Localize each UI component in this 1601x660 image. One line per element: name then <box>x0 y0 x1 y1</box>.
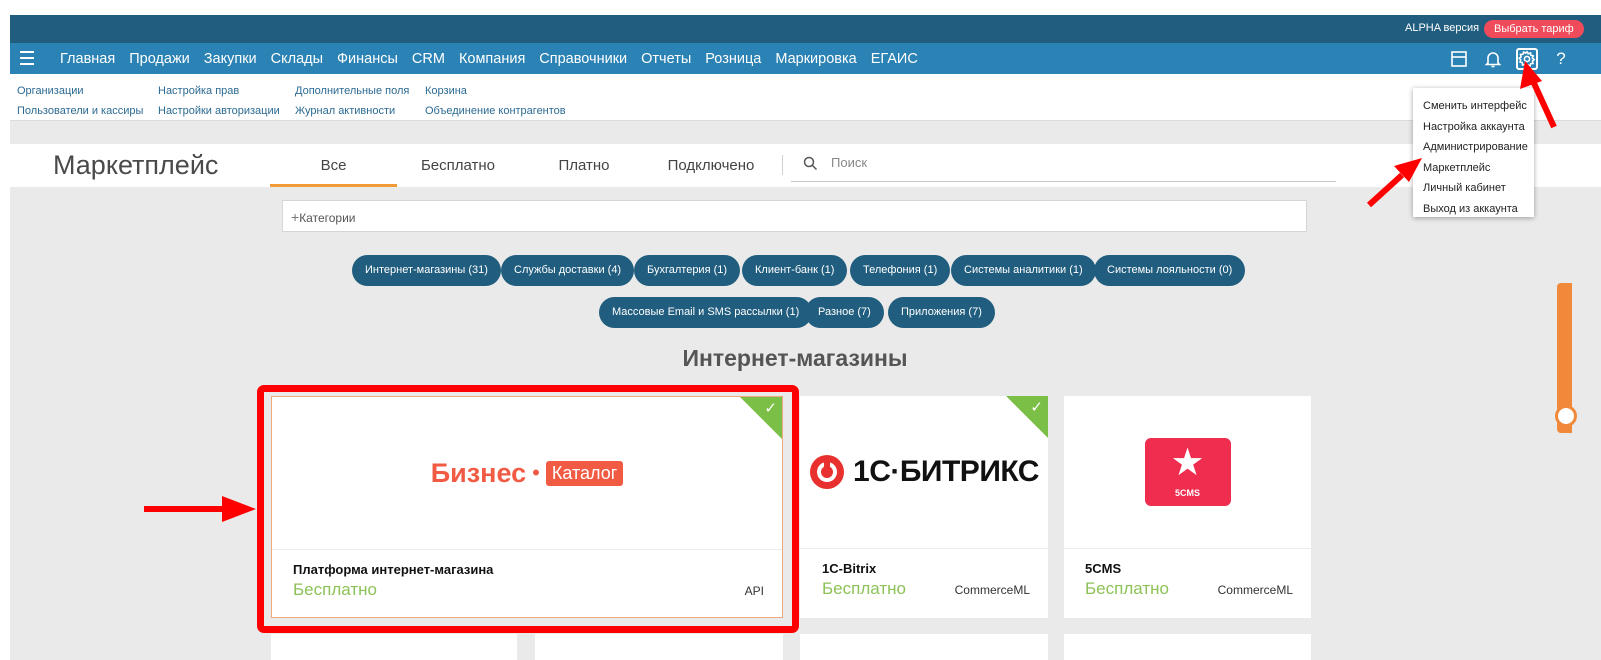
window-icon[interactable] <box>1448 48 1470 70</box>
subnav-column: Организации Пользователи и кассиры <box>17 81 143 121</box>
category-pill[interactable]: Интернет-магазины (31) <box>352 255 501 286</box>
search-input[interactable] <box>831 155 1311 170</box>
nav-item-warehouses[interactable]: Склады <box>271 51 323 67</box>
subnav-column: Корзина Объединение контрагентов <box>425 81 566 121</box>
nav-item-main[interactable]: Главная <box>60 51 115 67</box>
categories-label: +Категории <box>291 209 356 225</box>
subnav-link-activity-log[interactable]: Журнал активности <box>295 101 409 121</box>
subnav-column: Настройка прав Настройки авторизации <box>158 81 280 121</box>
card-tag: CommerceML <box>1217 583 1293 597</box>
nav-item-purchases[interactable]: Закупки <box>204 51 257 67</box>
category-pill[interactable]: Системы лояльности (0) <box>1094 255 1246 286</box>
subnav-link-users[interactable]: Пользователи и кассиры <box>17 101 143 121</box>
category-pill[interactable]: Приложения (7) <box>888 297 995 328</box>
category-pill[interactable]: Клиент-банк (1) <box>742 255 848 286</box>
choose-tariff-button[interactable]: Выбрать тариф <box>1484 20 1584 38</box>
app-card[interactable]: ★ 5CMS 5CMS Бесплатно CommerceML <box>1064 396 1311 618</box>
subnav-link-organizations[interactable]: Организации <box>17 81 143 101</box>
bitrix-mark-icon <box>810 455 845 489</box>
help-icon[interactable]: ? <box>1550 48 1572 70</box>
5cms-logo: ★ 5CMS <box>1064 396 1311 548</box>
card-price: Бесплатно <box>1085 579 1169 598</box>
check-icon: ✓ <box>1030 399 1043 416</box>
app-card-partial[interactable] <box>1064 634 1311 660</box>
subnav-link-merge-contractors[interactable]: Объединение контрагентов <box>425 101 566 121</box>
nav-icons: ? <box>1448 48 1584 70</box>
menu-item-marketplace[interactable]: Маркетплейс <box>1413 158 1534 179</box>
app-card-partial[interactable] <box>271 634 517 660</box>
card-name: 5CMS <box>1085 561 1122 576</box>
menu-item-logout[interactable]: Выход из аккаунта <box>1413 199 1534 220</box>
card-tag: CommerceML <box>954 583 1030 597</box>
side-widget-icon[interactable] <box>1555 405 1577 427</box>
subnav-link-auth-settings[interactable]: Настройки авторизации <box>158 101 280 121</box>
app-card[interactable]: 1С·БИТРИКС ✓ 1C-Bitrix Бесплатно Commerc… <box>800 396 1048 618</box>
top-bar: ALPHA версия Выбрать тариф <box>10 15 1601 43</box>
menu-burger-icon[interactable] <box>20 51 34 65</box>
card-divider <box>1064 548 1311 549</box>
category-pill[interactable]: Системы аналитики (1) <box>951 255 1096 286</box>
gear-icon[interactable] <box>1516 48 1538 70</box>
bell-icon[interactable] <box>1482 48 1504 70</box>
nav-item-egais[interactable]: ЕГАИС <box>871 51 918 67</box>
ticket-icon: ★ 5CMS <box>1144 438 1231 506</box>
menu-item-account-settings[interactable]: Настройка аккаунта <box>1413 117 1534 138</box>
nav-item-finance[interactable]: Финансы <box>337 51 398 67</box>
nav-item-marking[interactable]: Маркировка <box>775 51 856 67</box>
category-pill[interactable]: Службы доставки (4) <box>501 255 635 286</box>
card-name: 1C-Bitrix <box>822 561 877 576</box>
menu-item-administration[interactable]: Администрирование <box>1413 137 1534 158</box>
marketplace-header: Маркетплейс Все Бесплатно Платно Подключ… <box>10 144 1601 187</box>
logo-text: 5CMS <box>1174 488 1200 498</box>
version-label: ALPHA версия <box>1405 22 1480 34</box>
plus-icon: + <box>291 209 300 225</box>
nav-item-directories[interactable]: Справочники <box>539 51 627 67</box>
star-icon: ★ <box>1170 442 1205 484</box>
nav-items: Главная Продажи Закупки Склады Финансы C… <box>60 43 932 74</box>
category-pill[interactable]: Массовые Email и SMS рассылки (1) <box>599 297 813 328</box>
category-pill[interactable]: Разное (7) <box>805 297 884 328</box>
logo-text: 1С·БИТРИКС <box>853 455 1039 488</box>
categories-field[interactable]: +Категории <box>282 200 1307 232</box>
tab-paid[interactable]: Платно <box>544 144 624 187</box>
category-pill[interactable]: Телефония (1) <box>850 255 951 286</box>
card-divider <box>800 548 1048 549</box>
app-page: ALPHA версия Выбрать тариф Главная Прода… <box>10 15 1601 660</box>
subnav-link-trash[interactable]: Корзина <box>425 81 566 101</box>
subnav-link-extra-fields[interactable]: Дополнительные поля <box>295 81 409 101</box>
search-icon <box>803 156 818 171</box>
nav-item-crm[interactable]: CRM <box>412 51 445 67</box>
sub-nav: Организации Пользователи и кассиры Настр… <box>10 74 1601 121</box>
nav-item-company[interactable]: Компания <box>459 51 525 67</box>
search-box <box>791 148 1336 182</box>
main-nav: Главная Продажи Закупки Склады Финансы C… <box>10 43 1601 74</box>
menu-item-personal-cabinet[interactable]: Личный кабинет <box>1413 178 1534 199</box>
category-pill[interactable]: Бухгалтерия (1) <box>634 255 741 286</box>
app-card-partial[interactable] <box>800 634 1048 660</box>
nav-item-sales[interactable]: Продажи <box>129 51 190 67</box>
section-title: Интернет-магазины <box>682 345 908 371</box>
tab-divider <box>782 155 783 175</box>
nav-item-retail[interactable]: Розница <box>705 51 761 67</box>
subnav-link-permissions[interactable]: Настройка прав <box>158 81 280 101</box>
menu-item-change-interface[interactable]: Сменить интерфейс <box>1413 96 1534 117</box>
subnav-column: Дополнительные поля Журнал активности <box>295 81 409 121</box>
nav-item-reports[interactable]: Отчеты <box>641 51 691 67</box>
settings-dropdown: Сменить интерфейс Настройка аккаунта Адм… <box>1413 88 1534 217</box>
annotation-arrow-head <box>222 496 256 522</box>
annotation-highlight-frame <box>257 385 799 633</box>
app-card-partial[interactable] <box>535 634 783 660</box>
page-title: Маркетплейс <box>53 150 219 180</box>
annotation-arrow <box>144 506 224 512</box>
card-price: Бесплатно <box>822 579 906 598</box>
tab-all[interactable]: Все <box>270 144 397 187</box>
tab-connected[interactable]: Подключено <box>655 144 767 187</box>
tab-free[interactable]: Бесплатно <box>408 144 508 187</box>
